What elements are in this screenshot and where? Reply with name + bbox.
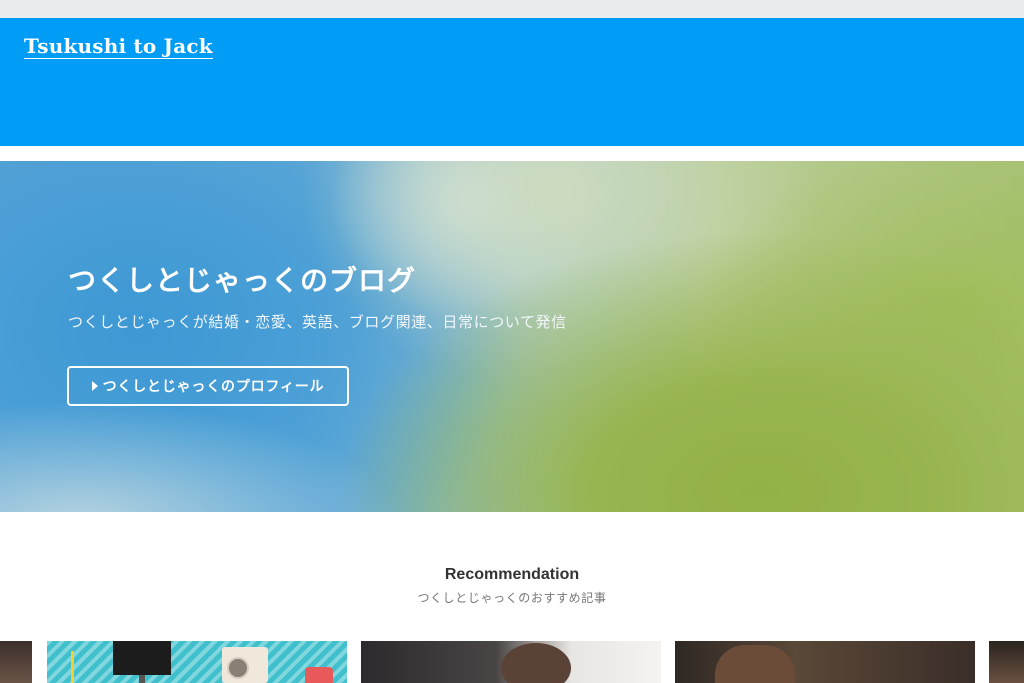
hero-banner: つくしとじゃっくのブログ つくしとじゃっくが結婚・恋愛、英語、ブログ関連、日常に… [0,161,1024,512]
card-thumbnail-pole [71,651,74,683]
recommendation-title: Recommendation [444,566,580,583]
card-thumbnail-speaker-cone [227,657,249,679]
article-card[interactable] [47,641,347,683]
card-thumbnail-room [715,645,795,683]
site-logo[interactable]: Tsukushi to Jack [24,35,213,59]
card-thumbnail-tv-stand [139,675,145,683]
article-card-partial-right[interactable] [989,641,1024,683]
triangle-right-icon [91,381,98,391]
hero-subtitle: つくしとじゃっくが結婚・恋愛、英語、ブログ関連、日常について発信 [68,313,567,331]
hero-title: つくしとじゃっくのブログ [68,264,417,297]
article-card[interactable] [675,641,975,683]
profile-button-label: つくしとじゃっくのプロフィール [102,379,325,395]
article-card[interactable] [361,641,661,683]
card-thumbnail-person [501,643,571,683]
browser-top-strip [0,0,1024,18]
card-thumbnail-red-object [305,667,333,683]
recommendation-subtitle: つくしとじゃっくのおすすめ記事 [417,591,607,605]
header-gap [0,146,1024,161]
site-header: Tsukushi to Jack [0,18,1024,146]
article-card-partial-left[interactable] [0,641,32,683]
card-thumbnail-tv [113,641,171,675]
profile-button[interactable]: つくしとじゃっくのプロフィール [67,366,349,406]
